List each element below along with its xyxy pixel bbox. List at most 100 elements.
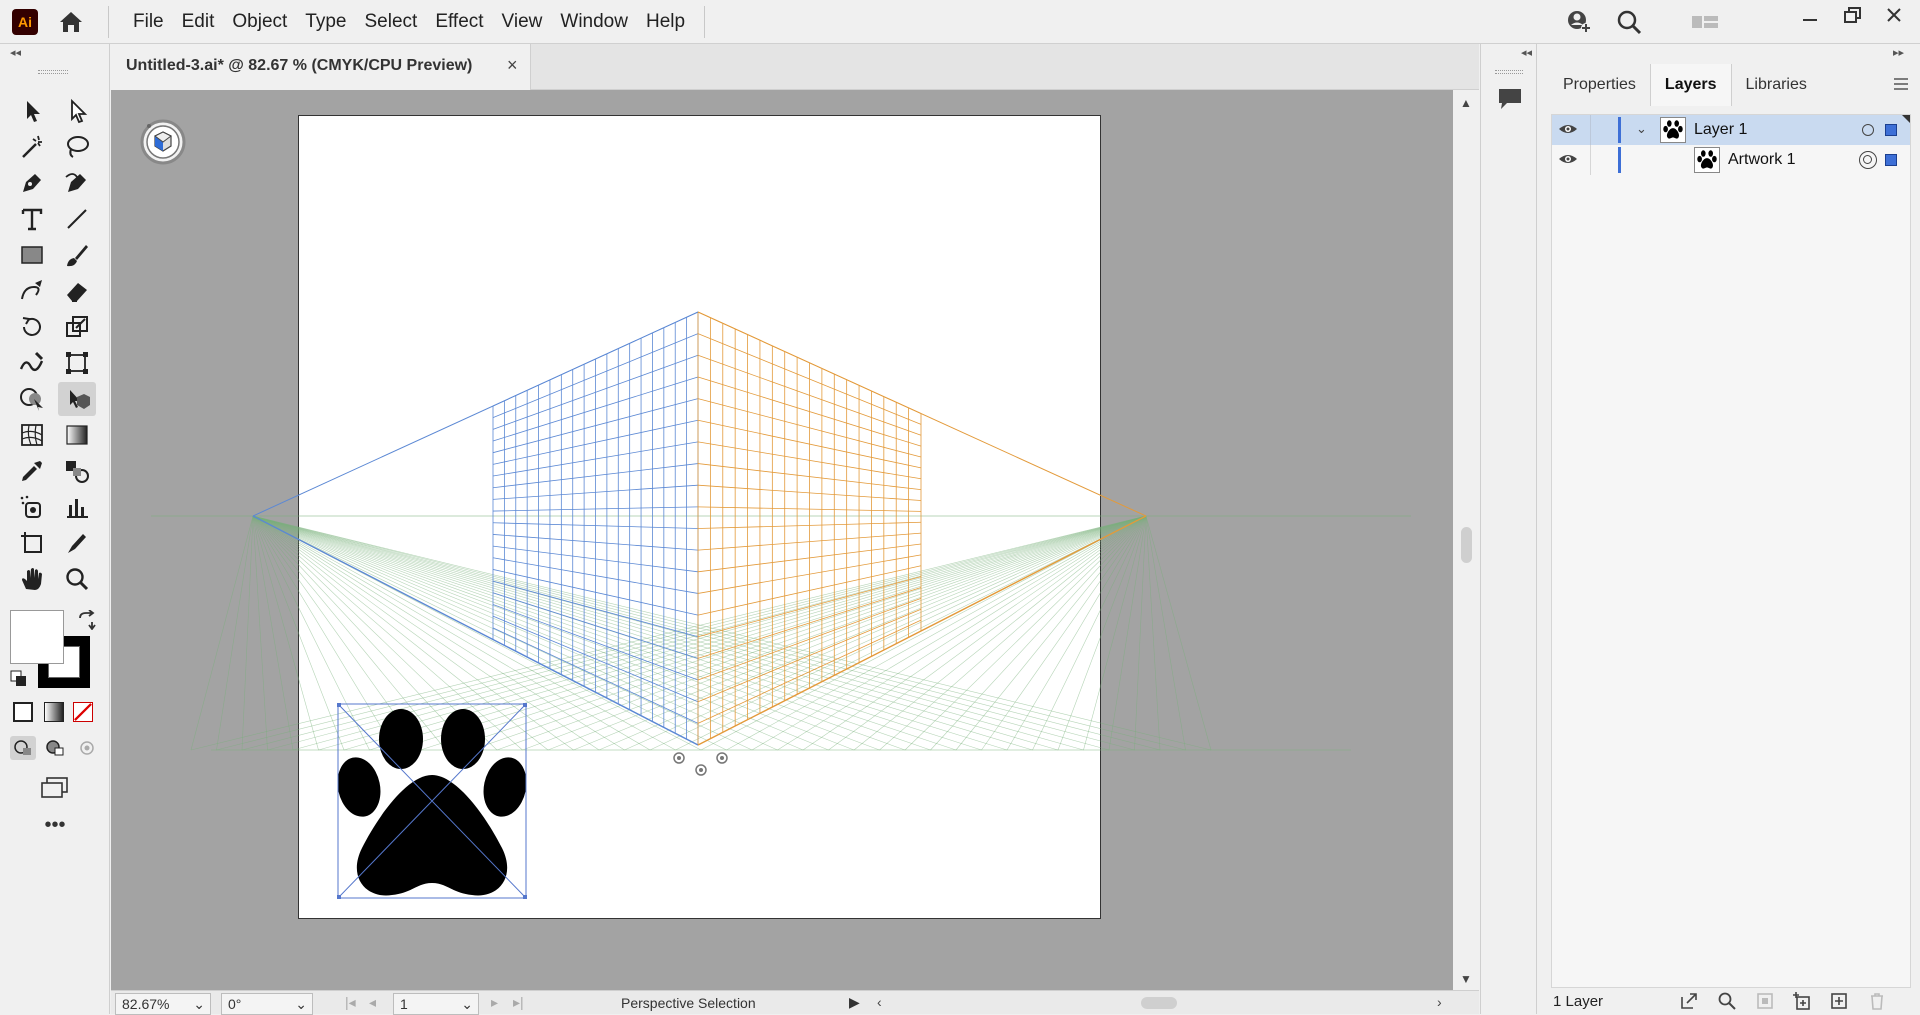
collapse-dock-icon[interactable]: ◂◂ <box>1521 46 1532 59</box>
selection-indicator-icon[interactable] <box>1885 154 1897 166</box>
document-tab[interactable]: Untitled-3.ai* @ 82.67 % (CMYK/CPU Previ… <box>111 44 531 90</box>
user-add-icon[interactable] <box>1564 8 1594 36</box>
chevron-down-icon[interactable]: ⌄ <box>193 994 205 1014</box>
menu-effect[interactable]: Effect <box>426 0 492 44</box>
magic-wand-icon[interactable] <box>13 130 51 164</box>
first-artboard-icon[interactable]: |◂ <box>345 994 356 1011</box>
delete-icon[interactable] <box>1867 991 1887 1015</box>
canvas[interactable] <box>111 90 1453 990</box>
none-mode-icon[interactable] <box>73 702 93 722</box>
workspace-switcher-icon[interactable] <box>1690 8 1720 36</box>
menu-help[interactable]: Help <box>637 0 694 44</box>
swap-fill-stroke-icon[interactable] <box>76 609 98 631</box>
shaper-icon[interactable] <box>13 274 51 308</box>
fill-swatch[interactable] <box>10 610 64 664</box>
more-tools-icon[interactable]: ••• <box>40 815 70 836</box>
screen-mode-icon[interactable] <box>38 774 72 800</box>
pen-icon[interactable] <box>13 166 51 200</box>
tab-properties[interactable]: Properties <box>1549 64 1650 106</box>
layer-row[interactable]: ⌄ Layer 1 <box>1552 115 1910 145</box>
chevron-down-icon[interactable]: ⌄ <box>295 994 307 1014</box>
close-window-button[interactable] <box>1876 4 1912 28</box>
scroll-up-icon[interactable]: ▲ <box>1460 96 1472 110</box>
status-menu-icon[interactable]: ▶ <box>849 994 860 1011</box>
menu-window[interactable]: Window <box>551 0 637 44</box>
line-icon[interactable] <box>58 202 96 236</box>
shape-builder-icon[interactable] <box>13 382 51 416</box>
eye-icon[interactable] <box>1558 122 1578 141</box>
gradient-icon[interactable] <box>58 418 96 452</box>
comments-icon[interactable] <box>1495 84 1525 114</box>
eraser-icon[interactable] <box>58 274 96 308</box>
new-sublayer-icon[interactable] <box>1791 991 1811 1015</box>
perspective-grid[interactable] <box>111 90 1453 990</box>
locate-object-icon[interactable] <box>1717 991 1737 1015</box>
lasso-icon[interactable] <box>58 130 96 164</box>
artboard-icon[interactable] <box>13 526 51 560</box>
warp-icon[interactable] <box>13 346 51 380</box>
eye-icon[interactable] <box>1558 152 1578 171</box>
hand-icon[interactable] <box>13 562 51 596</box>
paw-artwork[interactable] <box>337 703 527 899</box>
menu-view[interactable]: View <box>493 0 552 44</box>
draw-inside-icon[interactable] <box>74 736 100 760</box>
tab-layers[interactable]: Layers <box>1649 64 1732 106</box>
minimize-button[interactable] <box>1792 4 1828 28</box>
blend-icon[interactable] <box>58 454 96 488</box>
zoom-icon[interactable] <box>58 562 96 596</box>
graph-icon[interactable] <box>58 490 96 524</box>
make-clipping-mask-icon[interactable] <box>1755 991 1775 1015</box>
target-circle-icon[interactable] <box>1862 124 1874 136</box>
zoom-field[interactable]: 82.67% ⌄ <box>115 993 211 1015</box>
scroll-down-icon[interactable]: ▼ <box>1460 972 1472 986</box>
menu-select[interactable]: Select <box>356 0 427 44</box>
eyedropper-icon[interactable] <box>13 454 51 488</box>
menu-type[interactable]: Type <box>296 0 355 44</box>
slice-icon[interactable] <box>58 526 96 560</box>
scrollbar-thumb[interactable] <box>1461 527 1472 563</box>
scale-icon[interactable] <box>58 310 96 344</box>
menu-object[interactable]: Object <box>223 0 296 44</box>
grip-handle[interactable] <box>38 70 68 74</box>
layer-row[interactable]: Artwork 1 <box>1552 145 1910 175</box>
selection-indicator-icon[interactable] <box>1885 124 1897 136</box>
mesh-icon[interactable] <box>13 418 51 452</box>
selection-arrow-icon[interactable] <box>13 94 51 128</box>
panel-menu-icon[interactable] <box>1893 77 1909 91</box>
scroll-left-icon[interactable]: ‹ <box>877 994 882 1010</box>
gradient-mode-icon[interactable] <box>44 702 64 722</box>
new-layer-icon[interactable] <box>1829 991 1849 1015</box>
artboard-field[interactable]: 1 ⌄ <box>393 993 479 1015</box>
vertical-scrollbar[interactable]: ▲ ▼ <box>1453 90 1479 990</box>
grip-handle[interactable] <box>1495 70 1523 74</box>
perspective-selection-icon[interactable] <box>58 382 96 416</box>
direct-selection-arrow-icon[interactable] <box>58 94 96 128</box>
menu-edit[interactable]: Edit <box>173 0 224 44</box>
chevron-down-icon[interactable]: ⌄ <box>461 994 473 1014</box>
draw-behind-icon[interactable] <box>42 736 68 760</box>
rotation-field[interactable]: 0° ⌄ <box>221 993 313 1015</box>
draw-normal-icon[interactable] <box>10 736 36 760</box>
paintbrush-icon[interactable] <box>58 238 96 272</box>
horizontal-scrollbar-thumb[interactable] <box>1141 997 1177 1009</box>
default-colors-icon[interactable] <box>10 670 28 688</box>
target-circle-icon[interactable] <box>1859 151 1877 169</box>
close-tab-icon[interactable]: × <box>507 55 518 76</box>
last-artboard-icon[interactable]: ▸| <box>513 994 524 1011</box>
export-icon[interactable] <box>1679 991 1699 1015</box>
expand-panel-icon[interactable]: ▸▸ <box>1893 46 1904 59</box>
rectangle-icon[interactable] <box>13 238 51 272</box>
color-mode-icon[interactable] <box>13 702 33 722</box>
symbol-sprayer-icon[interactable] <box>13 490 51 524</box>
search-icon[interactable] <box>1614 8 1644 36</box>
rotate-icon[interactable] <box>13 310 51 344</box>
tab-libraries[interactable]: Libraries <box>1732 64 1821 106</box>
layer-name[interactable]: Artwork 1 <box>1728 151 1796 169</box>
menu-file[interactable]: File <box>124 0 173 44</box>
free-transform-icon[interactable] <box>58 346 96 380</box>
curvature-pen-icon[interactable] <box>58 166 96 200</box>
type-icon[interactable] <box>13 202 51 236</box>
chevron-down-icon[interactable]: ⌄ <box>1636 121 1647 137</box>
next-artboard-icon[interactable]: ▸ <box>491 994 498 1011</box>
restore-button[interactable] <box>1834 4 1870 28</box>
